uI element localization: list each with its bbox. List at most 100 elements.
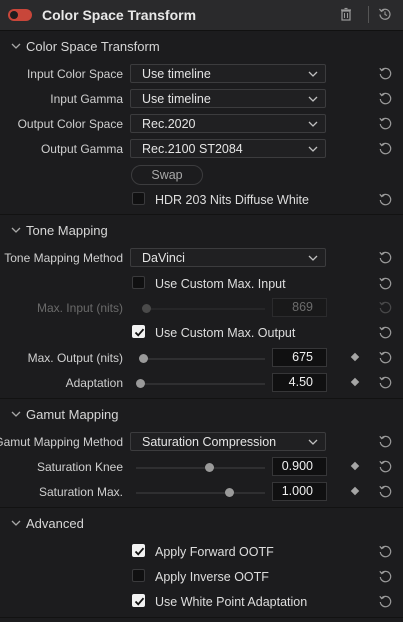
hdr-203-checkbox[interactable] <box>132 192 145 205</box>
reset-icon <box>379 301 392 314</box>
reset-icon[interactable] <box>378 116 393 131</box>
chevron-down-icon <box>308 255 318 261</box>
reset-icon[interactable] <box>378 66 393 81</box>
custom-max-input-label: Use Custom Max. Input <box>155 277 286 291</box>
output-color-space-dropdown[interactable]: Rec.2020 <box>130 114 326 133</box>
effect-enable-toggle[interactable] <box>8 9 32 21</box>
input-color-space-label: Input Color Space <box>26 67 123 81</box>
section-title: Tone Mapping <box>26 223 108 238</box>
reset-icon[interactable] <box>378 375 393 390</box>
saturation-knee-input[interactable]: 0.900 <box>272 457 327 476</box>
row-apply-forward-ootf: Apply Forward OOTF <box>0 541 403 563</box>
dropdown-value: Rec.2100 ST2084 <box>142 142 243 156</box>
max-input-label: Max. Input (nits) <box>36 301 123 315</box>
row-max-input: Max. Input (nits) 869 <box>0 297 403 319</box>
adaptation-slider-thumb[interactable] <box>136 379 145 388</box>
section-tone-mapping[interactable]: Tone Mapping <box>0 220 403 242</box>
row-output-color-space: Output Color Space Rec.2020 <box>0 113 403 135</box>
node-header: Color Space Transform <box>0 0 403 31</box>
dropdown-value: Use timeline <box>142 67 211 81</box>
dropdown-value: Use timeline <box>142 92 211 106</box>
custom-max-input-checkbox[interactable] <box>132 276 145 289</box>
section-gamut-mapping[interactable]: Gamut Mapping <box>0 404 403 426</box>
max-output-label: Max. Output (nits) <box>27 351 123 365</box>
saturation-max-input[interactable]: 1.000 <box>272 482 327 501</box>
reset-icon[interactable] <box>378 276 393 291</box>
apply-inverse-ootf-label: Apply Inverse OOTF <box>155 570 269 584</box>
row-custom-max-input: Use Custom Max. Input <box>0 273 403 295</box>
dropdown-value: Rec.2020 <box>142 117 196 131</box>
trash-icon[interactable] <box>339 7 353 21</box>
row-input-gamma: Input Gamma Use timeline <box>0 88 403 110</box>
chevron-down-icon <box>308 146 318 152</box>
output-gamma-dropdown[interactable]: Rec.2100 ST2084 <box>130 139 326 158</box>
adaptation-slider-track[interactable] <box>137 383 265 385</box>
section-advanced[interactable]: Advanced <box>0 513 403 535</box>
hdr-203-label: HDR 203 Nits Diffuse White <box>155 193 309 207</box>
effect-title: Color Space Transform <box>42 7 197 23</box>
max-input-slider-track <box>145 308 265 310</box>
adaptation-input[interactable]: 4.50 <box>272 373 327 392</box>
row-output-gamma: Output Gamma Rec.2100 ST2084 <box>0 138 403 160</box>
header-divider <box>368 6 369 23</box>
reset-icon[interactable] <box>378 350 393 365</box>
reset-icon[interactable] <box>378 594 393 609</box>
swap-button[interactable]: Swap <box>131 165 203 185</box>
check-icon <box>134 597 145 606</box>
row-hdr-203: HDR 203 Nits Diffuse White <box>0 189 403 211</box>
chevron-down-icon <box>308 96 318 102</box>
reset-icon[interactable] <box>378 434 393 449</box>
reset-icon[interactable] <box>378 192 393 207</box>
row-input-color-space: Input Color Space Use timeline <box>0 63 403 85</box>
section-title: Advanced <box>26 516 84 531</box>
max-output-input[interactable]: 675 <box>272 348 327 367</box>
max-input-slider-thumb <box>142 304 151 313</box>
apply-forward-ootf-label: Apply Forward OOTF <box>155 545 274 559</box>
section-title: Gamut Mapping <box>26 407 119 422</box>
max-output-slider-thumb[interactable] <box>139 354 148 363</box>
saturation-knee-slider-track[interactable] <box>136 467 265 469</box>
section-color-space-transform[interactable]: Color Space Transform <box>0 36 403 58</box>
apply-forward-ootf-checkbox[interactable] <box>132 544 145 557</box>
reset-icon[interactable] <box>378 459 393 474</box>
saturation-max-slider-thumb[interactable] <box>225 488 234 497</box>
reset-icon[interactable] <box>378 91 393 106</box>
check-icon <box>134 328 145 337</box>
row-saturation-knee: Saturation Knee 0.900 <box>0 456 403 478</box>
input-gamma-dropdown[interactable]: Use timeline <box>130 89 326 108</box>
input-color-space-dropdown[interactable]: Use timeline <box>130 64 326 83</box>
keyframe-diamond-icon[interactable] <box>350 352 360 362</box>
reset-icon[interactable] <box>378 544 393 559</box>
row-max-output: Max. Output (nits) 675 <box>0 347 403 369</box>
output-color-space-label: Output Color Space <box>17 117 123 131</box>
tone-mapping-method-label: Tone Mapping Method <box>4 251 123 265</box>
section-title: Color Space Transform <box>26 39 160 54</box>
tone-mapping-method-dropdown[interactable]: DaVinci <box>130 248 326 267</box>
reset-icon[interactable] <box>378 325 393 340</box>
apply-inverse-ootf-checkbox[interactable] <box>132 569 145 582</box>
custom-max-output-checkbox[interactable] <box>132 325 145 338</box>
row-gamut-mapping-method: Gamut Mapping Method Saturation Compress… <box>0 431 403 453</box>
saturation-max-slider-track[interactable] <box>136 492 265 494</box>
saturation-knee-slider-thumb[interactable] <box>205 463 214 472</box>
section-divider <box>0 398 403 399</box>
chevron-down-icon <box>11 43 21 49</box>
reset-icon[interactable] <box>378 569 393 584</box>
chevron-down-icon <box>11 227 21 233</box>
white-point-adaptation-checkbox[interactable] <box>132 594 145 607</box>
max-input-value: 869 <box>272 298 327 317</box>
reset-icon[interactable] <box>378 250 393 265</box>
keyframe-diamond-icon[interactable] <box>350 377 360 387</box>
gamut-mapping-method-label: Gamut Mapping Method <box>0 435 123 449</box>
dropdown-value: DaVinci <box>142 251 185 265</box>
output-gamma-label: Output Gamma <box>40 142 123 156</box>
max-output-slider-track[interactable] <box>140 358 265 360</box>
reset-all-icon[interactable] <box>378 7 392 21</box>
keyframe-diamond-icon[interactable] <box>350 461 360 471</box>
custom-max-output-label: Use Custom Max. Output <box>155 326 296 340</box>
keyframe-diamond-icon[interactable] <box>350 486 360 496</box>
chevron-down-icon <box>308 439 318 445</box>
reset-icon[interactable] <box>378 141 393 156</box>
reset-icon[interactable] <box>378 484 393 499</box>
gamut-mapping-method-dropdown[interactable]: Saturation Compression <box>130 432 326 451</box>
